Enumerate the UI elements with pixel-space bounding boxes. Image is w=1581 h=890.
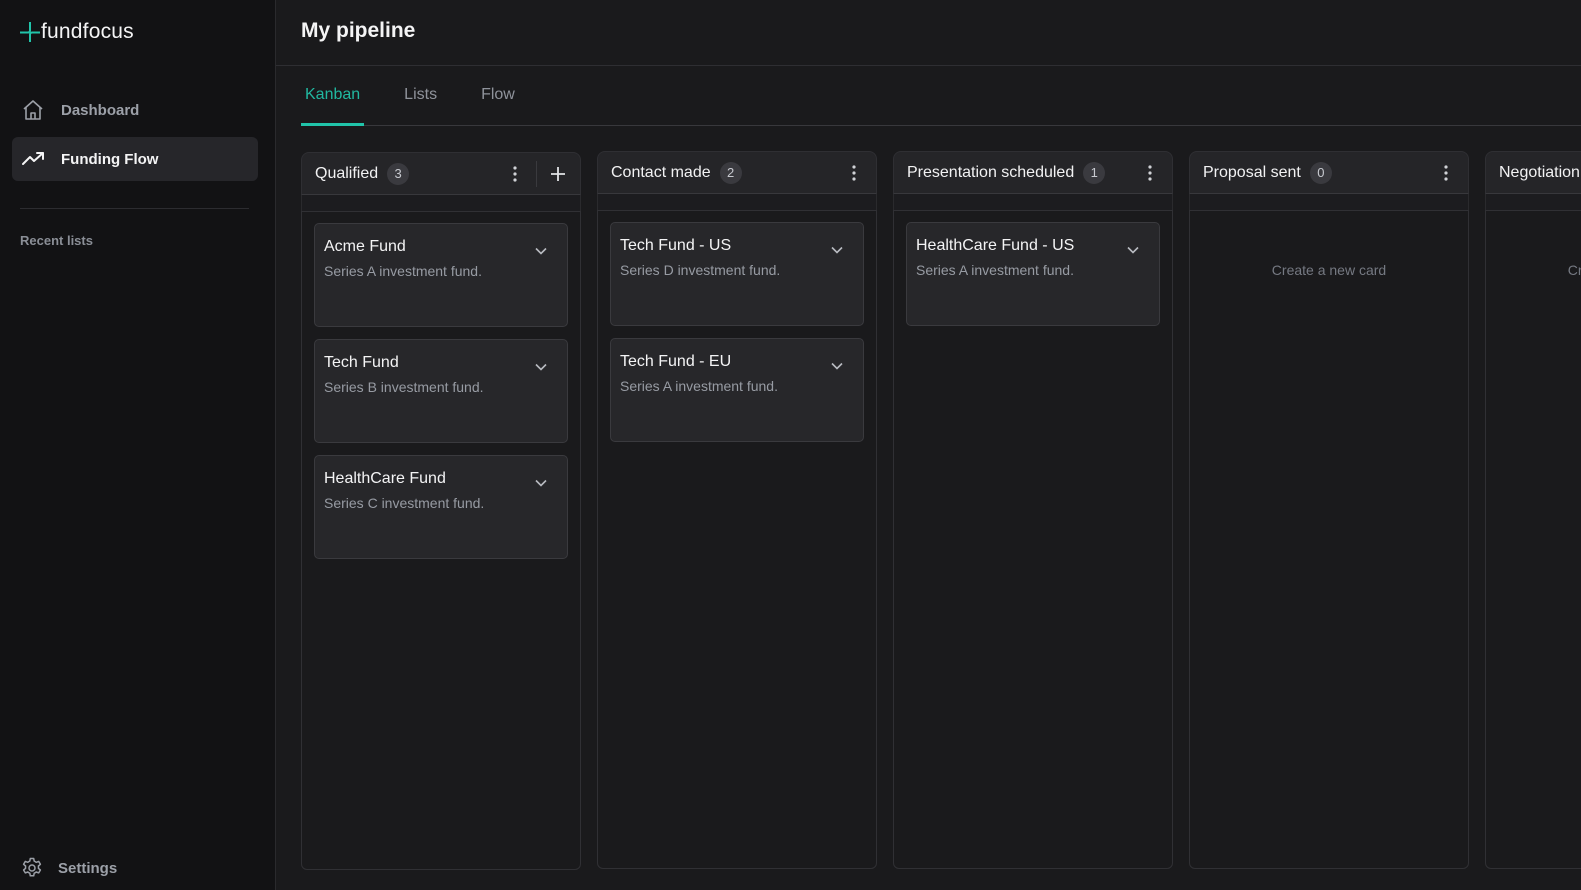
chevron-down-icon[interactable] (825, 238, 849, 262)
sidebar-divider (20, 208, 249, 209)
column-title: Presentation scheduled (907, 163, 1075, 181)
chevron-down-icon[interactable] (529, 471, 553, 495)
kanban-column-negotiation: Negotiation Create a new card (1485, 151, 1581, 869)
create-card-button[interactable]: Create a new card (1202, 262, 1456, 278)
chevron-down-icon[interactable] (1121, 238, 1145, 262)
card-title: Tech Fund - EU (620, 353, 732, 370)
logo[interactable]: fundfocus (20, 20, 134, 44)
tab-kanban[interactable]: Kanban (301, 65, 365, 126)
column-header: Presentation scheduled 1 (893, 151, 1173, 194)
column-actions (1138, 161, 1162, 185)
brand-name: fundfocus (41, 20, 134, 43)
add-card-icon[interactable] (546, 162, 570, 186)
fund-card[interactable]: Acme Fund Series A investment fund. (314, 223, 568, 327)
more-vertical-icon[interactable] (842, 161, 866, 185)
column-title: Proposal sent (1203, 163, 1301, 181)
actions-divider (536, 160, 537, 187)
column-count-badge: 3 (387, 162, 410, 185)
gear-icon (20, 856, 44, 880)
sidebar-item-label: Dashboard (61, 101, 140, 119)
page-header: My pipeline (276, 0, 1581, 66)
column-body: Acme Fund Series A investment fund. Tech… (301, 211, 581, 870)
column-body: Create a new card (1189, 210, 1469, 869)
column-gap (1189, 194, 1469, 210)
column-body: Create a new card (1485, 210, 1581, 869)
column-title: Contact made (611, 163, 711, 181)
kanban-column-contact-made: Contact made 2 Tech Fund - US Series D i… (597, 151, 877, 869)
chevron-down-icon[interactable] (529, 239, 553, 263)
sidebar-item-settings[interactable]: Settings (20, 856, 117, 880)
create-card-button[interactable]: Create a new card (1498, 262, 1581, 278)
card-title: Acme Fund (324, 238, 406, 255)
tab-lists[interactable]: Lists (400, 65, 441, 125)
main-content: My pipeline Kanban Lists Flow Qualified … (276, 0, 1581, 890)
column-gap (301, 195, 581, 211)
column-title: Qualified (315, 164, 379, 182)
kanban-column-qualified: Qualified 3 Acme Fund Series A investmen… (301, 152, 581, 870)
card-title: Tech Fund (324, 354, 399, 371)
more-vertical-icon[interactable] (503, 162, 527, 186)
page-title: My pipeline (301, 18, 416, 42)
column-count-badge: 1 (1083, 161, 1106, 184)
column-header: Negotiation (1485, 151, 1581, 194)
column-header: Qualified 3 (301, 152, 581, 195)
trending-up-icon (21, 147, 45, 171)
card-description: Series A investment fund. (620, 378, 778, 394)
fund-card[interactable]: HealthCare Fund - US Series A investment… (906, 222, 1160, 326)
fund-card[interactable]: HealthCare Fund Series C investment fund… (314, 455, 568, 559)
settings-label: Settings (58, 859, 118, 877)
column-gap (893, 194, 1173, 210)
fund-card[interactable]: Tech Fund - US Series D investment fund. (610, 222, 864, 326)
sidebar: fundfocus Dashboard Funding Flow Recent … (0, 0, 276, 890)
more-vertical-icon[interactable] (1138, 161, 1162, 185)
column-actions (842, 161, 866, 185)
chevron-down-icon[interactable] (529, 355, 553, 379)
card-description: Series A investment fund. (324, 263, 482, 279)
card-title: Tech Fund - US (620, 237, 732, 254)
fund-card[interactable]: Tech Fund Series B investment fund. (314, 339, 568, 443)
card-description: Series B investment fund. (324, 379, 484, 395)
column-actions (1434, 161, 1458, 185)
view-tabs: Kanban Lists Flow (301, 66, 1581, 126)
sidebar-item-label: Funding Flow (61, 150, 159, 168)
sidebar-item-funding-flow[interactable]: Funding Flow (12, 137, 258, 181)
card-title: HealthCare Fund - US (916, 237, 1075, 254)
sidebar-item-dashboard[interactable]: Dashboard (12, 88, 258, 132)
kanban-column-presentation-scheduled: Presentation scheduled 1 HealthCare Fund… (893, 151, 1173, 869)
recent-lists-heading: Recent lists (20, 233, 93, 248)
chevron-down-icon[interactable] (825, 354, 849, 378)
card-title: HealthCare Fund (324, 470, 446, 487)
logo-mark-icon (20, 22, 40, 42)
column-body: HealthCare Fund - US Series A investment… (893, 210, 1173, 869)
kanban-board: Qualified 3 Acme Fund Series A investmen… (301, 151, 1581, 870)
card-description: Series C investment fund. (324, 495, 485, 511)
fund-card[interactable]: Tech Fund - EU Series A investment fund. (610, 338, 864, 442)
column-body: Tech Fund - US Series D investment fund.… (597, 210, 877, 869)
more-vertical-icon[interactable] (1434, 161, 1458, 185)
card-description: Series D investment fund. (620, 262, 781, 278)
card-description: Series A investment fund. (916, 262, 1074, 278)
app-root: fundfocus Dashboard Funding Flow Recent … (0, 0, 1581, 890)
column-gap (597, 194, 877, 210)
column-header: Contact made 2 (597, 151, 877, 194)
column-actions (503, 160, 570, 187)
column-count-badge: 2 (719, 161, 742, 184)
column-count-badge: 0 (1309, 161, 1332, 184)
column-header: Proposal sent 0 (1189, 151, 1469, 194)
home-icon (21, 98, 45, 122)
column-gap (1485, 194, 1581, 210)
kanban-column-proposal-sent: Proposal sent 0 Create a new card (1189, 151, 1469, 869)
tab-flow[interactable]: Flow (477, 65, 519, 125)
sidebar-nav: Dashboard Funding Flow (12, 88, 258, 186)
column-title: Negotiation (1499, 163, 1580, 181)
